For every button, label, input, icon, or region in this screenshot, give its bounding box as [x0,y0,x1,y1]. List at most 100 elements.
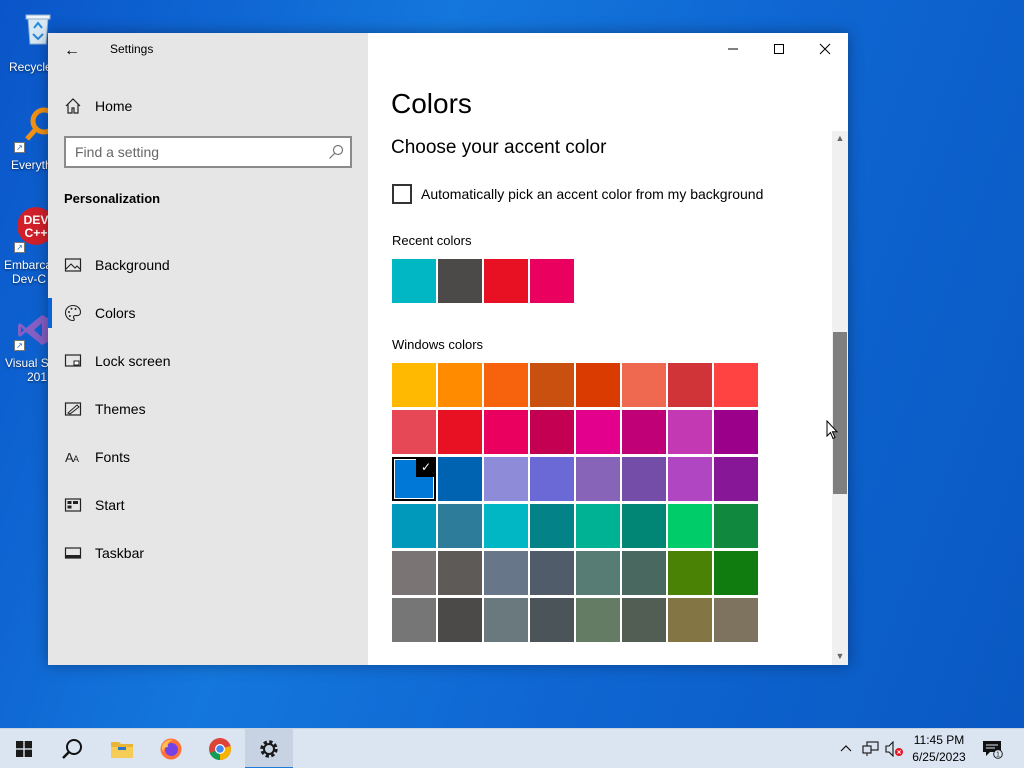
color-swatch[interactable] [392,551,436,595]
color-swatch[interactable] [714,504,758,548]
colors-page: Colors Choose your accent color Automati… [368,33,848,665]
chrome-button[interactable] [196,729,244,768]
color-swatch[interactable] [668,410,712,454]
sidebar-item-background[interactable]: Background [48,241,368,289]
search-button[interactable] [48,729,96,768]
taskbar-clock[interactable]: 11:45 PM 6/25/2023 [904,732,974,766]
color-swatch[interactable] [714,363,758,407]
scroll-down-arrow-icon[interactable]: ▼ [832,649,848,663]
desktop-icon-label-line2: 201 [27,370,48,384]
firefox-button[interactable] [147,729,195,768]
color-swatch[interactable] [622,410,666,454]
sidebar-item-colors[interactable]: Colors [48,289,368,337]
sidebar-item-taskbar[interactable]: Taskbar [48,529,368,577]
color-swatch[interactable] [576,410,620,454]
auto-pick-accent-checkbox[interactable] [392,184,412,204]
scroll-thumb[interactable] [833,332,847,494]
scroll-up-arrow-icon[interactable]: ▲ [832,131,848,145]
search-icon[interactable] [328,144,344,160]
folder-icon [111,742,133,758]
home-nav-item[interactable]: Home [48,89,368,123]
chrome-icon [209,738,231,760]
color-swatch[interactable] [530,363,574,407]
sidebar-item-label: Background [95,257,170,273]
color-swatch[interactable] [668,551,712,595]
color-swatch[interactable] [392,504,436,548]
color-swatch[interactable] [668,363,712,407]
color-swatch[interactable] [576,598,620,642]
recent-color-swatch[interactable] [392,259,436,303]
color-swatch[interactable] [530,551,574,595]
svg-text:A: A [73,454,79,464]
network-icon [862,741,879,756]
personalization-nav: Background Colors Lock screen Themes A A… [48,241,368,577]
sidebar-item-label: Lock screen [95,353,171,369]
shortcut-arrow-icon: ↗ [14,142,25,153]
color-swatch[interactable] [668,457,712,501]
color-swatch[interactable] [484,598,528,642]
search-icon [62,739,82,759]
recent-colors-row [392,259,576,303]
color-swatch[interactable] [392,363,436,407]
minimize-button[interactable] [710,33,756,65]
color-swatch[interactable] [484,504,528,548]
color-swatch[interactable] [714,598,758,642]
color-swatch[interactable] [668,598,712,642]
clock-date: 6/25/2023 [912,750,966,764]
action-center-button[interactable]: 1 [980,729,1004,768]
color-swatch[interactable] [392,598,436,642]
desktop-icon-label: Everyth [11,158,52,172]
color-swatch[interactable] [576,504,620,548]
clock-time: 11:45 PM [913,733,965,747]
maximize-button[interactable] [756,33,802,65]
color-swatch[interactable] [438,410,482,454]
color-swatch[interactable] [484,363,528,407]
color-swatch[interactable] [530,504,574,548]
color-swatch[interactable] [484,410,528,454]
color-swatch[interactable] [622,551,666,595]
recent-color-swatch[interactable] [484,259,528,303]
auto-pick-accent-row[interactable]: Automatically pick an accent color from … [392,184,763,204]
back-button[interactable]: ← [58,37,86,65]
color-swatch[interactable] [484,551,528,595]
sidebar-item-themes[interactable]: Themes [48,385,368,433]
color-swatch[interactable] [714,410,758,454]
color-swatch[interactable] [714,551,758,595]
sidebar-item-lock-screen[interactable]: Lock screen [48,337,368,385]
settings-button[interactable] [245,729,293,768]
color-swatch[interactable] [576,457,620,501]
color-swatch[interactable] [576,551,620,595]
color-swatch[interactable] [438,504,482,548]
color-swatch[interactable] [438,551,482,595]
start-button[interactable] [0,729,48,768]
recent-color-swatch[interactable] [438,259,482,303]
close-button[interactable] [802,33,848,65]
color-swatch[interactable] [622,457,666,501]
volume-button[interactable] [884,729,906,768]
color-swatch[interactable] [438,457,482,501]
color-swatch[interactable] [438,363,482,407]
color-swatch[interactable] [622,598,666,642]
sidebar-item-fonts[interactable]: A A Fonts [48,433,368,481]
network-button[interactable] [861,729,881,768]
color-swatch[interactable]: ✓ [392,457,436,501]
color-swatch[interactable] [714,457,758,501]
color-swatch[interactable] [576,363,620,407]
color-swatch[interactable] [484,457,528,501]
file-explorer-button[interactable] [98,729,146,768]
color-swatch[interactable] [392,410,436,454]
color-swatch[interactable] [530,598,574,642]
recent-color-swatch[interactable] [530,259,574,303]
color-swatch[interactable] [668,504,712,548]
color-swatch[interactable] [530,410,574,454]
content-scrollbar[interactable]: ▲ ▼ [832,131,848,665]
sidebar-item-start[interactable]: Start [48,481,368,529]
color-swatch[interactable] [530,457,574,501]
svg-text:DEV: DEV [23,213,49,227]
color-swatch[interactable] [622,504,666,548]
show-hidden-icons-button[interactable] [838,729,854,768]
sidebar-item-label: Fonts [95,449,131,465]
color-swatch[interactable] [438,598,482,642]
color-swatch[interactable] [622,363,666,407]
search-input[interactable] [66,139,316,165]
